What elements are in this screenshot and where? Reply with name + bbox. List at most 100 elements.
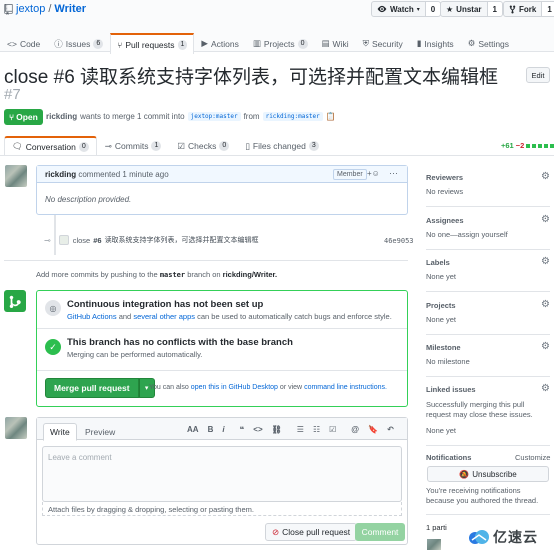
- unordered-list-icon[interactable]: ☰: [297, 425, 304, 434]
- avatar[interactable]: [5, 165, 27, 187]
- sidebar-projects-title[interactable]: Projects: [426, 301, 550, 310]
- command-line-link[interactable]: command line instructions.: [304, 384, 387, 391]
- tab-projects[interactable]: ▥ Projects 0: [246, 33, 315, 53]
- repo-icon: [4, 3, 13, 15]
- italic-icon[interactable]: i: [222, 425, 224, 434]
- merge-pull-request-button[interactable]: Merge pull request: [45, 378, 139, 398]
- tab-conversation[interactable]: 🗨 Conversation 0: [4, 136, 97, 155]
- code-icon: <>: [7, 38, 17, 49]
- text-size-icon[interactable]: AA: [187, 425, 199, 434]
- ok-title: This branch has no conflicts with the ba…: [67, 337, 293, 348]
- tab-commits-label: Commits: [114, 141, 149, 151]
- kebab-menu-icon[interactable]: ···: [389, 168, 398, 178]
- open-desktop-link[interactable]: open this in GitHub Desktop: [191, 384, 278, 391]
- gear-icon[interactable]: ⚙: [541, 383, 550, 394]
- watch-count[interactable]: 0: [425, 1, 442, 17]
- fork-button[interactable]: Fork: [503, 1, 543, 17]
- tab-projects-label: Projects: [263, 38, 295, 49]
- unstar-button[interactable]: ★ Unstar: [440, 1, 488, 17]
- github-actions-link[interactable]: GitHub Actions: [67, 312, 117, 321]
- other-apps-link[interactable]: several other apps: [133, 312, 195, 321]
- base-branch[interactable]: jextop:master: [187, 112, 241, 121]
- add-reaction-icon[interactable]: +☺: [367, 169, 380, 178]
- tab-code[interactable]: <> Code: [0, 33, 47, 53]
- gear-icon[interactable]: ⚙: [541, 214, 550, 225]
- author-link[interactable]: rickding: [46, 112, 77, 121]
- tab-issues[interactable]: ⓘ Issues 6: [47, 33, 110, 53]
- shield-icon: ⛨: [362, 38, 369, 48]
- clipboard-icon[interactable]: 📋: [326, 112, 336, 121]
- quote-icon[interactable]: ❝: [240, 425, 245, 434]
- gear-icon[interactable]: ⚙: [541, 171, 550, 182]
- task-list-icon[interactable]: ☑: [329, 425, 336, 434]
- tab-insights-label: Insights: [424, 38, 454, 49]
- comment-action: commented: [78, 170, 121, 179]
- tab-conversation-count: 0: [78, 141, 89, 152]
- tab-commits[interactable]: ⊸ Commits 1: [97, 136, 170, 155]
- unstar-label: Unstar: [456, 4, 482, 14]
- participant-avatar[interactable]: [427, 539, 441, 550]
- gear-icon[interactable]: ⚙: [541, 299, 550, 310]
- reply-icon[interactable]: ↶: [387, 425, 394, 434]
- sidebar-projects-value: None yet: [426, 315, 457, 324]
- comment-header: rickding commented 1 minute ago Member +…: [37, 166, 407, 183]
- edit-title-button[interactable]: Edit: [526, 67, 550, 83]
- unsubscribe-button[interactable]: 🔕 Unsubscribe: [427, 466, 549, 482]
- watch-button[interactable]: Watch ▾: [371, 1, 426, 17]
- ci-title: Continuous integration has not been set …: [67, 299, 264, 310]
- bold-icon[interactable]: B: [208, 425, 214, 434]
- ordered-list-icon[interactable]: ☷: [313, 425, 320, 434]
- comment-textarea[interactable]: Leave a comment: [42, 446, 402, 502]
- gear-icon[interactable]: ⚙: [541, 256, 550, 267]
- close-pull-request-button[interactable]: ⊘ Close pull request: [265, 523, 358, 541]
- add-more-commits: Add more commits by pushing to the maste…: [36, 270, 277, 279]
- head-branch[interactable]: rickding:master: [262, 112, 323, 121]
- tab-preview[interactable]: Preview: [79, 423, 121, 441]
- tab-wiki[interactable]: ▤ Wiki: [315, 33, 356, 53]
- bookmark-icon[interactable]: 🔖: [368, 425, 378, 434]
- comment-button[interactable]: Comment: [355, 523, 405, 541]
- sidebar-assignees-title[interactable]: Assignees: [426, 216, 550, 225]
- sidebar-labels-value: None yet: [426, 272, 457, 281]
- code-icon[interactable]: <>: [253, 425, 262, 434]
- sidebar-milestone-title[interactable]: Milestone: [426, 343, 550, 352]
- gear-icon[interactable]: ⚙: [541, 341, 550, 352]
- watermark-text: 亿速云: [493, 529, 538, 545]
- fork-count[interactable]: 1: [542, 1, 554, 17]
- sidebar-reviewers-title[interactable]: Reviewers: [426, 173, 550, 182]
- commit-message[interactable]: 读取系统支持字体列表，可选择并配置文本编辑框: [105, 235, 259, 245]
- repo-name-link[interactable]: Writer: [54, 3, 86, 15]
- commit-prefix[interactable]: close: [73, 236, 91, 245]
- merge-button-group: Merge pull request ▾: [45, 378, 155, 398]
- attach-files-bar[interactable]: Attach files by dragging & dropping, sel…: [42, 502, 402, 516]
- tab-wiki-label: Wiki: [332, 38, 349, 49]
- star-count[interactable]: 1: [487, 1, 503, 17]
- ci-rest: can be used to automatically catch bugs …: [197, 312, 392, 321]
- tab-insights[interactable]: ▮ Insights: [410, 33, 461, 53]
- tab-write[interactable]: Write: [43, 423, 77, 441]
- comment-icon: 🗨: [12, 141, 23, 151]
- tab-files-changed[interactable]: ▯ Files changed 3: [237, 136, 327, 155]
- tab-checks[interactable]: ☑ Checks 0: [169, 136, 237, 155]
- gear-icon: ⚙: [467, 38, 476, 48]
- comment-time[interactable]: 1 minute ago: [122, 170, 168, 179]
- comment-author[interactable]: rickding: [45, 170, 76, 179]
- markdown-toolbar: AA B i ❝ <> ⛓ ☰ ☷ ☑ @ 🔖 ↶: [187, 425, 394, 434]
- repo-owner-link[interactable]: jextop: [16, 3, 45, 15]
- tab-actions[interactable]: ▶ Actions: [194, 33, 245, 53]
- ci-row: ◎ Continuous integration has not been se…: [37, 291, 407, 329]
- tab-settings[interactable]: ⚙ Settings: [461, 33, 516, 53]
- mention-icon[interactable]: @: [351, 425, 359, 434]
- editor-header: Write Preview AA B i ❝ <> ⛓ ☰ ☷ ☑ @ 🔖 ↶: [37, 418, 407, 441]
- avatar[interactable]: [5, 417, 27, 439]
- tab-pull-requests[interactable]: ⑂ Pull requests 1: [110, 33, 195, 54]
- tab-security[interactable]: ⛨ Security: [356, 33, 410, 53]
- sidebar-assignees-value[interactable]: No one—assign yourself: [426, 230, 550, 239]
- customize-link[interactable]: Customize: [515, 453, 550, 462]
- link-icon[interactable]: ⛓: [272, 425, 282, 434]
- sidebar-linked-issues-title[interactable]: Linked issues: [426, 385, 550, 394]
- comment-author-line: rickding commented 1 minute ago: [45, 170, 169, 179]
- commit-sha[interactable]: 46e9053: [384, 237, 414, 245]
- commit-issue-link[interactable]: #6: [93, 236, 101, 245]
- sidebar-labels-title[interactable]: Labels: [426, 258, 550, 267]
